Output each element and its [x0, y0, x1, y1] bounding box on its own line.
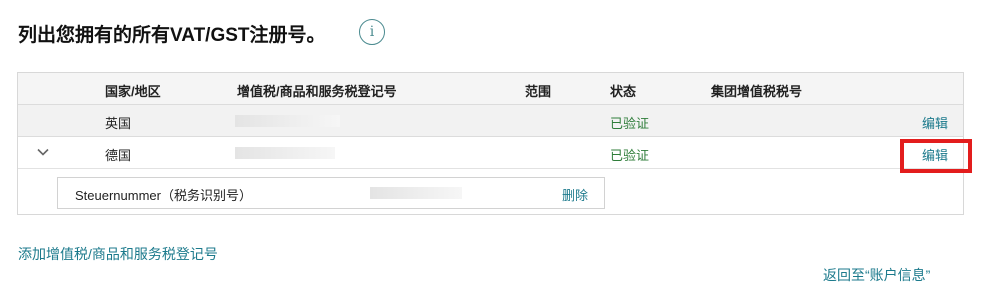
- back-to-account-link[interactable]: 返回至“账户信息”: [823, 265, 930, 285]
- chevron-down-icon[interactable]: [37, 146, 49, 158]
- tax-id-label: Steuernummer（税务识别号）: [75, 188, 252, 203]
- country-cell: 德国: [105, 148, 132, 163]
- redacted-tax-id: [370, 187, 462, 199]
- table-header: 国家/地区 增值税/商品和服务税登记号 范围 状态 集团增值税税号: [18, 73, 963, 105]
- status-cell: 已验证: [610, 148, 650, 163]
- header-scope: 范围: [525, 84, 552, 99]
- header-vat-number: 增值税/商品和服务税登记号: [237, 84, 397, 99]
- table-row: 德国 已验证 编辑: [18, 137, 972, 173]
- redacted-vat-number: [235, 147, 335, 159]
- delete-link[interactable]: 删除: [562, 185, 588, 204]
- edit-link[interactable]: 编辑: [922, 113, 948, 132]
- vat-registration-table: 国家/地区 增值税/商品和服务税登记号 范围 状态 集团增值税税号 英国 已验证…: [17, 72, 972, 215]
- table-row: 英国 已验证 编辑: [18, 105, 963, 137]
- highlight-box: [900, 139, 972, 173]
- page-title: 列出您拥有的所有VAT/GST注册号。: [18, 25, 326, 46]
- redacted-vat-number: [235, 115, 340, 127]
- status-cell: 已验证: [610, 116, 650, 131]
- header-group-vat: 集团增值税税号: [711, 84, 803, 99]
- header-country: 国家/地区: [105, 84, 161, 99]
- info-icon[interactable]: i: [359, 19, 385, 45]
- tax-id-sub-row: Steuernummer（税务识别号） 删除: [57, 177, 605, 209]
- add-vat-link[interactable]: 添加增值税/商品和服务税登记号: [18, 244, 218, 264]
- country-cell: 英国: [105, 116, 132, 131]
- header-status: 状态: [610, 84, 637, 99]
